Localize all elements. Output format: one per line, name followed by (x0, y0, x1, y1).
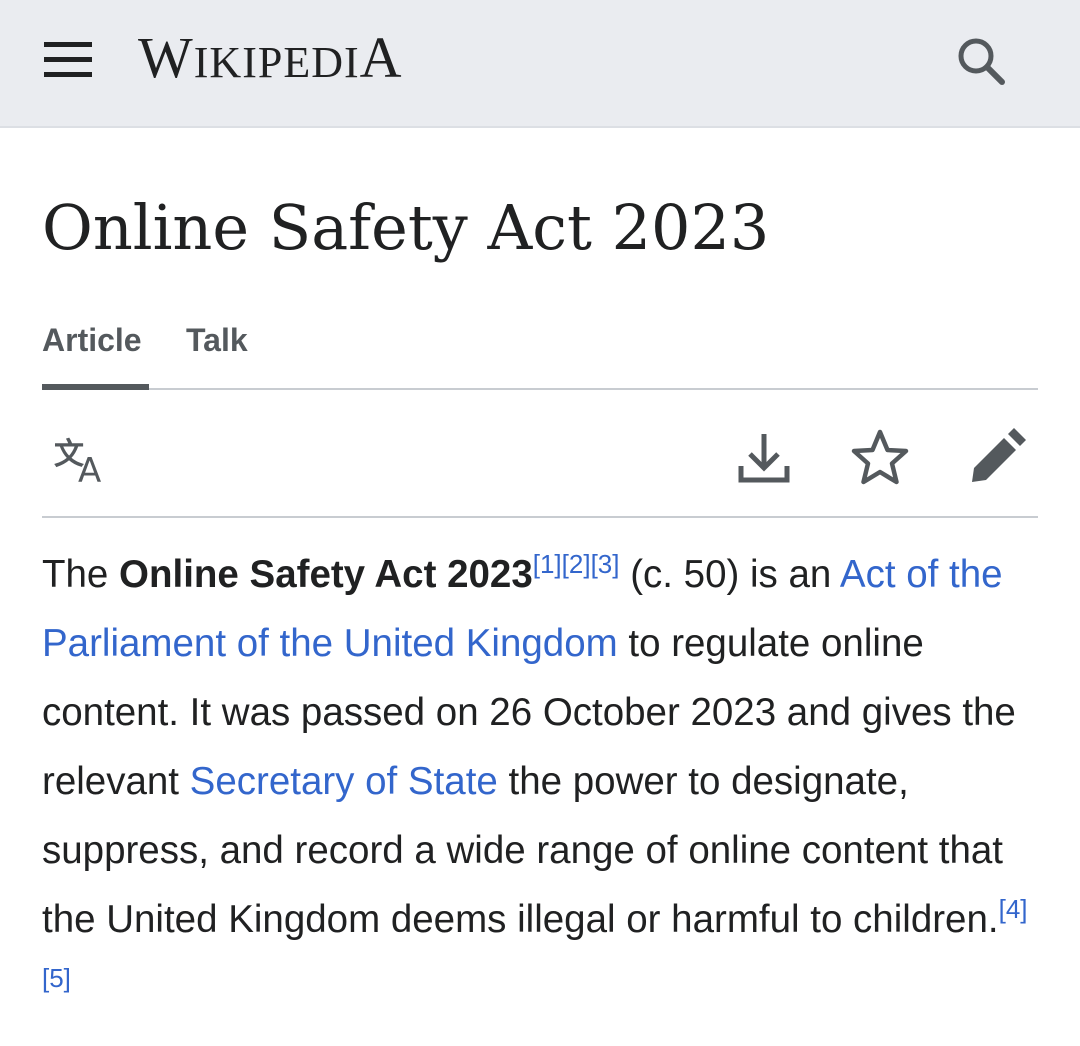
search-icon[interactable] (950, 30, 1012, 92)
link-secretary-of-state[interactable]: Secretary of State (190, 760, 498, 803)
citation-2[interactable]: [2] (562, 549, 591, 579)
citation-4[interactable]: [4] (999, 894, 1028, 924)
download-icon[interactable] (732, 426, 796, 490)
svg-text:A: A (78, 451, 101, 490)
citation-1[interactable]: [1] (533, 549, 562, 579)
tab-talk[interactable]: Talk (186, 322, 248, 359)
star-icon[interactable] (848, 426, 912, 490)
lead-text: (c. 50) is an (619, 553, 840, 596)
tab-article[interactable]: Article (42, 322, 142, 359)
citation-5[interactable]: [5] (42, 963, 71, 993)
translate-icon[interactable]: 文 A (50, 426, 114, 490)
wikipedia-logo[interactable]: WIKIPEDIA (138, 22, 403, 99)
page-tabs: Article Talk (42, 318, 1038, 390)
tab-article-selected-indicator (42, 384, 149, 390)
header-bar: WIKIPEDIA (0, 0, 1080, 128)
page-title: Online Safety Act 2023 (42, 191, 770, 264)
citation-3[interactable]: [3] (591, 549, 620, 579)
citation-refs: [1][2][3] (533, 549, 620, 579)
pencil-icon[interactable] (964, 426, 1028, 490)
page-actions-toolbar: 文 A (42, 400, 1038, 518)
bold-article-title: Online Safety Act 2023 (119, 553, 533, 596)
hamburger-menu-icon[interactable] (40, 36, 96, 84)
lead-text: The (42, 553, 120, 596)
lead-paragraph: The Online Safety Act 2023[1][2][3] (c. … (42, 540, 1052, 1023)
